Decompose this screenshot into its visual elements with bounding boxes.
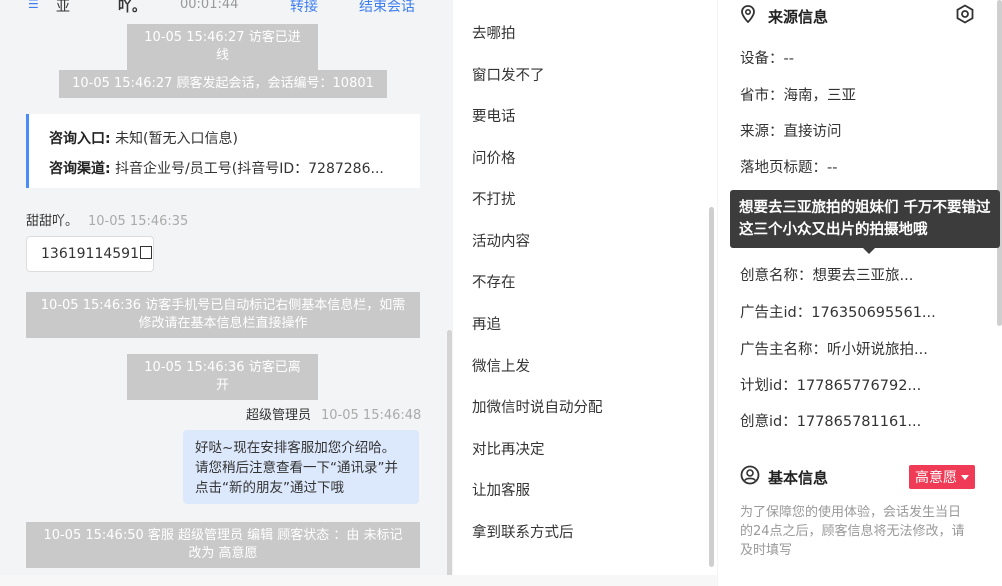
source-field: 来源：直接访问 — [740, 124, 842, 140]
agent-message-time: 10-05 15:46:48 — [321, 408, 422, 423]
chat-scrollbar[interactable] — [447, 330, 452, 586]
quick-reply-scrollbar[interactable] — [709, 207, 714, 567]
visitor-phone: 13619114591 — [41, 246, 139, 262]
basic-info-title: 基本信息 — [768, 469, 829, 487]
settings-icon[interactable] — [955, 4, 975, 24]
quick-reply-item[interactable]: 对比再决定 — [472, 438, 545, 459]
chat-panel: ☰ 亚 吖。 00:01:44 转接 结束会话 10-05 15:46:27 访… — [0, 0, 453, 586]
advertiser-id-field: 广告主id：176350695561... — [740, 305, 936, 321]
caret-down-icon — [961, 475, 969, 480]
creative-id-field: 创意id：177865781161... — [740, 414, 922, 430]
visitor-message-header: 甜甜吖。 10-05 15:46:35 — [26, 210, 188, 229]
province-field: 省市：海南，三亚 — [740, 88, 856, 104]
transfer-button[interactable]: 转接 — [290, 0, 318, 16]
visitor-name-fragment-2: 吖。 — [118, 0, 146, 15]
agent-name: 超级管理员 — [246, 408, 312, 423]
quick-reply-item[interactable]: 去哪拍 — [472, 22, 516, 43]
bottom-bar — [0, 575, 717, 586]
advertiser-name-field: 广告主名称：听小妍说旅拍... — [740, 342, 928, 358]
visitor-message-time: 10-05 15:46:35 — [88, 214, 189, 229]
quick-reply-panel: 去哪拍 窗口发不了 要电话 问价格 不打扰 活动内容 不存在 再追 微信上发 加… — [453, 0, 717, 586]
consult-entry-label: 咨询入口: — [49, 131, 111, 147]
consult-entry-value: 未知(暂无入口信息) — [115, 131, 238, 147]
quick-reply-item[interactable]: 要电话 — [472, 105, 516, 126]
user-icon — [740, 465, 760, 485]
info-scrollbar[interactable] — [997, 0, 1002, 326]
quick-reply-item[interactable]: 窗口发不了 — [472, 64, 545, 85]
visitor-name: 甜甜吖。 — [26, 214, 79, 229]
agent-message-bubble: 好哒~现在安排客服加您介绍哈。请您稍后注意查看一下“通讯录”并点击“新的朋友”通… — [183, 430, 419, 504]
intent-tag-label: 高意愿 — [915, 470, 957, 486]
intent-tag-dropdown[interactable]: 高意愿 — [909, 465, 975, 489]
quick-reply-item[interactable]: 加微信时说自动分配 — [472, 396, 603, 417]
system-message: 10-05 15:46:27 顾客发起会话，会话编号：10801 — [59, 70, 387, 98]
consult-info-card: 咨询入口: 未知(暂无入口信息) 咨询渠道: 抖音企业号/员工号(抖音号ID：7… — [26, 114, 420, 188]
visitor-name-fragment: 亚 — [56, 0, 70, 15]
consult-channel-value: 抖音企业号/员工号(抖音号ID：7287286... — [115, 161, 384, 177]
quick-reply-item[interactable]: 不存在 — [472, 271, 516, 292]
creative-name-tooltip: 想要去三亚旅拍的姐妹们 千万不要错过这三个小众又出片的拍摄地哦 — [730, 190, 1000, 254]
plan-id-field: 计划id：177865776792... — [740, 378, 922, 394]
location-pin-icon — [741, 5, 755, 23]
quick-reply-item[interactable]: 再追 — [472, 313, 501, 334]
system-message: 10-05 15:46:36 访客已离开 — [127, 354, 318, 400]
agent-message-header: 超级管理员 10-05 15:46:48 — [246, 404, 421, 423]
system-message: 10-05 15:46:50 客服 超级管理员 编辑 顾客状态 ：由 未标记 改… — [26, 522, 420, 568]
session-timer: 00:01:44 — [180, 0, 239, 12]
creative-name-field[interactable]: 创意名称：想要去三亚旅... — [740, 264, 913, 285]
end-session-button[interactable]: 结束会话 — [359, 0, 415, 16]
system-message: 10-05 15:46:27 访客已进线 — [127, 24, 318, 70]
customer-info-panel: 来源信息 设备：-- 省市：海南，三亚 来源：直接访问 落地页标题：-- 创意名… — [718, 0, 1002, 586]
info-edit-notice: 为了保障您的使用体验，会话发生当日的24点之后，顾客信息将无法修改，请及时填写 — [740, 505, 965, 558]
landing-title-field: 落地页标题：-- — [740, 160, 838, 176]
quick-reply-item[interactable]: 让加客服 — [472, 479, 530, 500]
quick-reply-item[interactable]: 不打扰 — [472, 188, 516, 209]
source-info-title: 来源信息 — [768, 8, 829, 26]
menu-icon[interactable]: ☰ — [28, 0, 39, 11]
consult-channel-label: 咨询渠道: — [49, 161, 111, 177]
system-message: 10-05 15:46:36 访客手机号已自动标记右侧基本信息栏，如需修改请在基… — [26, 292, 420, 338]
quick-reply-item[interactable]: 拿到联系方式后 — [472, 521, 574, 542]
quick-reply-item[interactable]: 活动内容 — [472, 230, 530, 251]
device-field: 设备：-- — [740, 51, 794, 67]
quick-reply-item[interactable]: 问价格 — [472, 147, 516, 168]
copy-icon[interactable] — [139, 246, 152, 259]
quick-reply-item[interactable]: 微信上发 — [472, 355, 530, 376]
visitor-phone-message[interactable]: 13619114591 — [26, 236, 154, 272]
chat-header: ☰ 亚 吖。 00:01:44 转接 结束会话 — [0, 0, 453, 16]
